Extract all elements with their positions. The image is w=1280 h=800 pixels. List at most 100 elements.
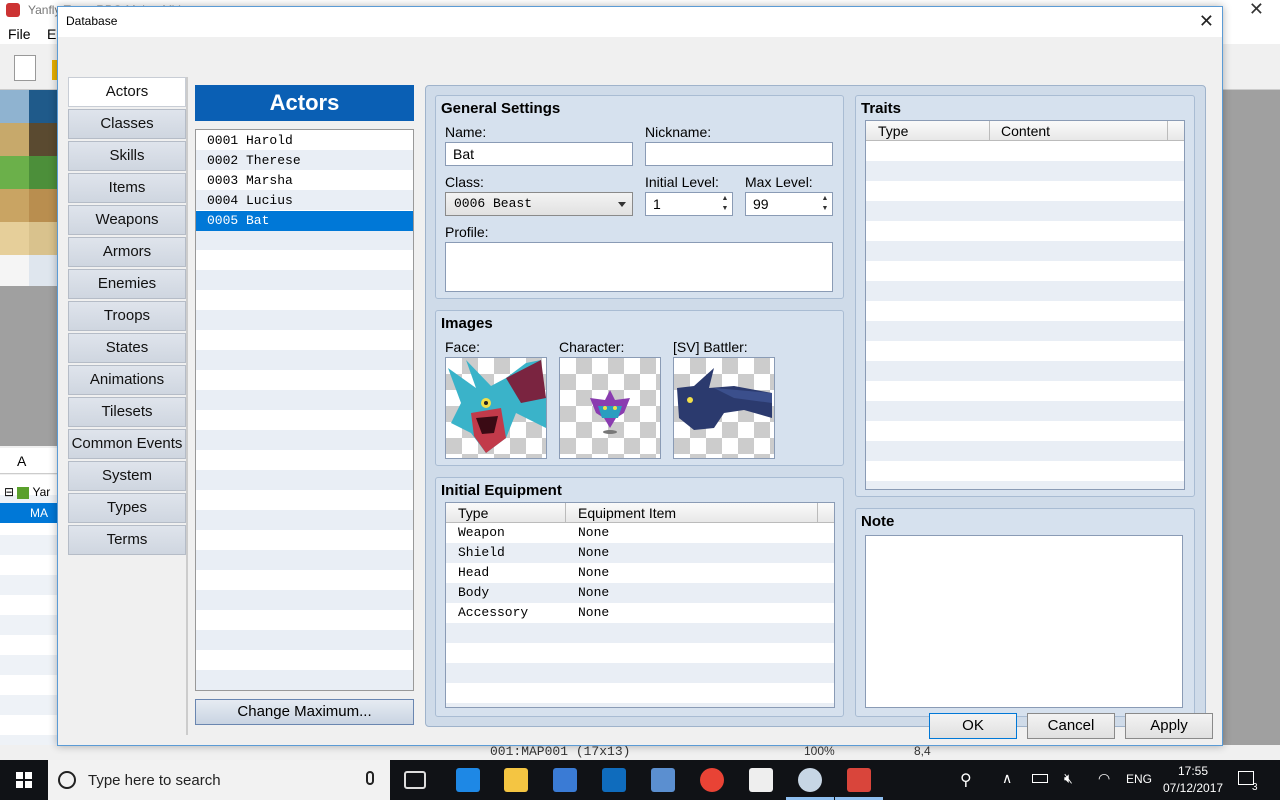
column-divider — [817, 503, 818, 523]
equipment-table-body: Weapon None Shield None Head None Body N… — [446, 523, 834, 707]
col-type-header[interactable]: Type — [458, 505, 488, 521]
wifi-icon[interactable]: ◠ — [1098, 770, 1110, 787]
tile[interactable] — [29, 222, 58, 255]
tile[interactable] — [0, 90, 29, 123]
nickname-label: Nickname: — [645, 124, 712, 140]
tile-palette[interactable] — [0, 90, 58, 288]
note-textarea[interactable] — [865, 535, 1183, 708]
tile[interactable] — [0, 222, 29, 255]
language-indicator[interactable]: ENG — [1126, 772, 1152, 786]
tab-actors[interactable]: Actors — [68, 77, 186, 107]
equip-item-cell: None — [578, 585, 610, 600]
table-row[interactable]: Head None — [446, 563, 834, 583]
tab-skills[interactable]: Skills — [68, 141, 186, 171]
rpg-maker-taskbar-icon[interactable] — [847, 768, 871, 792]
tab-tilesets[interactable]: Tilesets — [68, 397, 186, 427]
bg-close-icon[interactable]: ✕ — [1249, 0, 1264, 20]
character-image[interactable] — [559, 357, 661, 459]
actor-item[interactable]: 0001 Harold — [196, 131, 413, 151]
taskbar-search[interactable]: Type here to search — [48, 760, 390, 800]
equip-item-cell: None — [578, 525, 610, 540]
mail-icon[interactable] — [749, 768, 773, 792]
table-row[interactable]: Body None — [446, 583, 834, 603]
apply-button[interactable]: Apply — [1125, 713, 1213, 739]
tab-classes[interactable]: Classes — [68, 109, 186, 139]
tile[interactable] — [29, 156, 58, 189]
tile[interactable] — [29, 189, 58, 222]
tab-states[interactable]: States — [68, 333, 186, 363]
control-panel-icon[interactable] — [602, 768, 626, 792]
tile[interactable] — [29, 90, 58, 123]
database-dialog: Database ✕ Actors Classes Skills Items W… — [57, 6, 1223, 746]
ok-button[interactable]: OK — [929, 713, 1017, 739]
col-type-header[interactable]: Type — [878, 123, 908, 139]
actor-item[interactable]: 0002 Therese — [196, 151, 413, 171]
tab-system[interactable]: System — [68, 461, 186, 491]
network-app-icon[interactable] — [651, 768, 675, 792]
tab-troops[interactable]: Troops — [68, 301, 186, 331]
new-project-icon[interactable] — [14, 55, 36, 81]
initial-equipment-title: Initial Equipment — [441, 482, 562, 499]
spin-arrows-icon[interactable]: ▲ ▼ — [820, 194, 830, 214]
equipment-table[interactable]: Type Equipment Item Weapon None Shield N… — [445, 502, 835, 708]
tile[interactable] — [29, 123, 58, 156]
name-label: Name: — [445, 124, 487, 140]
initial-level-stepper[interactable]: 1 ▲ ▼ — [645, 192, 733, 216]
file-explorer-icon[interactable] — [504, 768, 528, 792]
tab-terms[interactable]: Terms — [68, 525, 186, 555]
battery-icon[interactable] — [1032, 774, 1048, 783]
name-field[interactable]: Bat — [445, 142, 633, 166]
traits-table[interactable]: Type Content — [865, 120, 1185, 490]
clock-date[interactable]: 07/12/2017 — [1163, 781, 1223, 795]
start-button[interactable] — [0, 760, 48, 800]
actors-list[interactable]: 0001 Harold 0002 Therese 0003 Marsha 000… — [195, 129, 414, 691]
face-image[interactable] — [445, 357, 547, 459]
col-content-header[interactable]: Content — [1001, 123, 1050, 139]
people-icon[interactable]: ⚲ — [960, 770, 972, 790]
paint-icon[interactable] — [798, 768, 822, 792]
battler-image[interactable] — [673, 357, 775, 459]
profile-textarea[interactable] — [445, 242, 833, 292]
volume-muted-icon[interactable]: 🔇︎ — [1064, 770, 1073, 787]
tab-common-events[interactable]: Common Events — [68, 429, 186, 459]
tree-map-node[interactable]: MA — [0, 503, 58, 523]
col-equipment-item-header[interactable]: Equipment Item — [578, 505, 676, 521]
equip-item-cell: None — [578, 605, 610, 620]
microphone-icon[interactable] — [366, 771, 374, 785]
actor-item[interactable]: 0004 Lucius — [196, 191, 413, 211]
chrome-icon[interactable] — [700, 768, 724, 792]
tab-enemies[interactable]: Enemies — [68, 269, 186, 299]
tree-root-node[interactable]: ⊟ Yar — [4, 485, 50, 499]
cortana-icon — [58, 771, 76, 789]
tile[interactable] — [29, 255, 58, 288]
menu-file[interactable]: File — [8, 26, 31, 42]
class-select[interactable]: 0006 Beast — [445, 192, 633, 216]
table-row[interactable]: Shield None — [446, 543, 834, 563]
spin-arrows-icon[interactable]: ▲ ▼ — [720, 194, 730, 214]
table-row[interactable]: Accessory None — [446, 603, 834, 623]
tileset-tab-a[interactable]: A — [0, 448, 58, 474]
task-view-icon[interactable] — [404, 771, 426, 789]
tile[interactable] — [0, 189, 29, 222]
actor-item-selected[interactable]: 0005 Bat — [196, 211, 413, 231]
tab-items[interactable]: Items — [68, 173, 186, 203]
clock-time[interactable]: 17:55 — [1178, 764, 1208, 778]
change-maximum-button[interactable]: Change Maximum... — [195, 699, 414, 725]
table-row[interactable]: Weapon None — [446, 523, 834, 543]
close-icon[interactable]: ✕ — [1199, 11, 1214, 32]
cancel-button[interactable]: Cancel — [1027, 713, 1115, 739]
edge-browser-icon[interactable] — [456, 768, 480, 792]
actor-item[interactable]: 0003 Marsha — [196, 171, 413, 191]
tab-weapons[interactable]: Weapons — [68, 205, 186, 235]
map-tree[interactable]: ⊟ Yar MA — [0, 475, 58, 745]
tile[interactable] — [0, 255, 29, 288]
tab-armors[interactable]: Armors — [68, 237, 186, 267]
chevron-up-icon[interactable]: ∧ — [1002, 770, 1012, 787]
store-icon[interactable] — [553, 768, 577, 792]
tile[interactable] — [0, 156, 29, 189]
nickname-field[interactable] — [645, 142, 833, 166]
max-level-stepper[interactable]: 99 ▲ ▼ — [745, 192, 833, 216]
tab-animations[interactable]: Animations — [68, 365, 186, 395]
tab-types[interactable]: Types — [68, 493, 186, 523]
tile[interactable] — [0, 123, 29, 156]
